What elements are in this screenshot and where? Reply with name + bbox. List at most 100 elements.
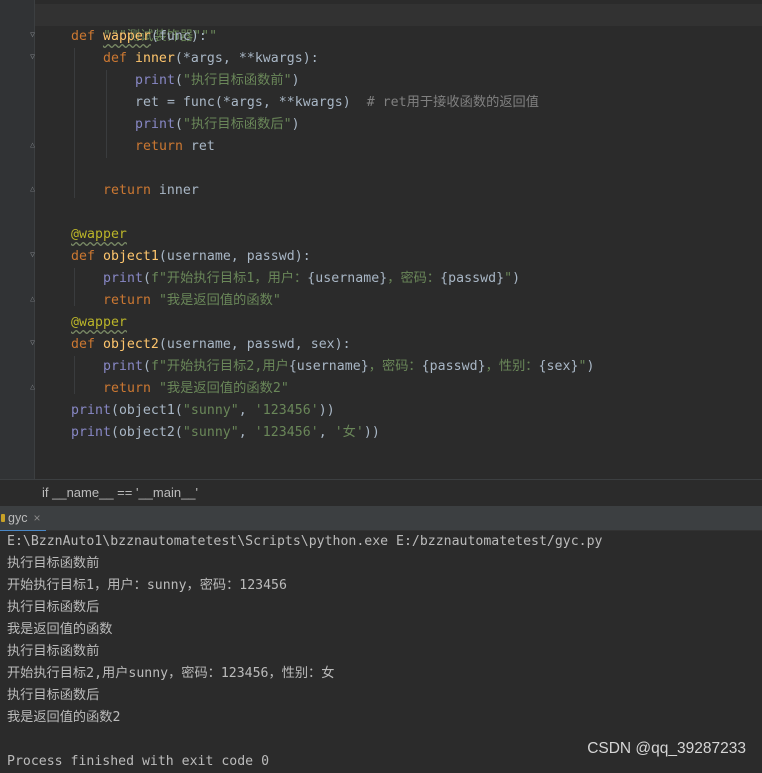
code-line-object2-return[interactable]: return "我是返回值的函数2" xyxy=(103,378,289,400)
close-icon[interactable]: × xyxy=(33,511,40,525)
console-line: 开始执行目标2,用户sunny，密码：123456，性别：女 xyxy=(7,666,335,681)
fold-end-icon[interactable]: △ xyxy=(28,382,37,391)
fstring-var: {passwd} xyxy=(421,359,486,374)
function-name-object2: object2 xyxy=(102,337,159,352)
code-line-object1-print[interactable]: print(f"开始执行目标1，用户：{username}，密码：{passwd… xyxy=(103,268,520,290)
decorator: @wapper xyxy=(71,315,127,330)
breadcrumb[interactable]: if __name__ == '__main__' xyxy=(0,479,762,507)
builtin-print: print xyxy=(103,359,143,374)
fstring-var: {username} xyxy=(307,271,388,286)
indent-guide xyxy=(74,356,75,394)
breadcrumb-text[interactable]: if __name__ == '__main__' xyxy=(42,485,198,500)
console-line: E:\BzznAuto1\bzznautomatetest\Scripts\py… xyxy=(7,534,603,549)
signature: (func): xyxy=(150,29,207,44)
code-line-def-object1[interactable]: def object1(username, passwd): xyxy=(71,246,311,268)
code-line-print-after[interactable]: print("执行目标函数后") xyxy=(135,114,300,136)
fold-icon[interactable]: ▽ xyxy=(28,52,37,61)
fstring-var: {username} xyxy=(288,359,369,374)
fold-icon[interactable]: ▽ xyxy=(28,30,37,39)
builtin-print: print xyxy=(71,403,111,418)
console-line: 开始执行目标1，用户：sunny，密码：123456 xyxy=(7,578,287,593)
builtin-print: print xyxy=(103,271,143,286)
code-line-object1-return[interactable]: return "我是返回值的函数" xyxy=(103,290,281,312)
builtin-print: print xyxy=(135,117,175,132)
keyword-def: def xyxy=(71,29,95,44)
keyword-def: def xyxy=(103,51,127,66)
string-literal: "执行目标函数后" xyxy=(182,117,292,132)
keyword-return: return xyxy=(135,139,183,154)
fold-icon[interactable]: ▽ xyxy=(28,250,37,259)
fstring-part: ，密码： xyxy=(368,359,422,374)
signature: (username, passwd, sex): xyxy=(158,337,351,352)
tab-run-gyc[interactable]: gyc × xyxy=(0,506,47,532)
console-line: 我是返回值的函数 xyxy=(7,622,113,637)
code-line-print-before[interactable]: print("执行目标函数前") xyxy=(135,70,300,92)
console-line: 执行目标函数前 xyxy=(7,556,100,571)
code-line-def-wapper[interactable]: def wapper(func): xyxy=(71,26,207,48)
fold-icon[interactable]: ▽ xyxy=(28,338,37,347)
code-line-ret-assign[interactable]: ret = func(*args, **kwargs) # ret用于接收函数的… xyxy=(135,92,539,114)
code-line-object2-print[interactable]: print(f"开始执行目标2,用户{username}，密码：{passwd}… xyxy=(103,356,595,378)
assignment: ret = func(*args, **kwargs) xyxy=(135,95,351,110)
keyword-def: def xyxy=(71,337,95,352)
code-line-def-object2[interactable]: def object2(username, passwd, sex): xyxy=(71,334,351,356)
run-tool-window-tabbar: gyc × xyxy=(0,506,762,532)
fstring-part: " xyxy=(578,359,587,374)
code-line-decorator-1[interactable]: @wapper xyxy=(71,224,127,246)
code-editor[interactable]: ▽ ▽ △ △ ▽ △ ▽ △ """测试装饰器""" def wapper(f… xyxy=(0,0,762,479)
fstring-part: " xyxy=(504,271,513,286)
console-line: 执行目标函数后 xyxy=(7,688,100,703)
code-line-call2[interactable]: print(object2("sunny", '123456', '女')) xyxy=(71,422,380,444)
console-line: 执行目标函数前 xyxy=(7,644,100,659)
call-expr: (object2( xyxy=(110,425,183,440)
code-line-return-ret[interactable]: return ret xyxy=(135,136,215,158)
fold-end-icon[interactable]: △ xyxy=(28,294,37,303)
keyword-return: return xyxy=(103,293,151,308)
keyword-def: def xyxy=(71,249,95,264)
run-console[interactable]: E:\BzznAuto1\bzznautomatetest\Scripts\py… xyxy=(0,531,762,771)
fold-end-icon[interactable]: △ xyxy=(28,184,37,193)
signature: (*args, **kwargs): xyxy=(174,51,319,66)
decorator: @wapper xyxy=(71,227,127,242)
tab-label: gyc xyxy=(8,511,28,525)
signature: (username, passwd): xyxy=(158,249,311,264)
code-line-docstring[interactable]: """测试装饰器""" xyxy=(71,4,217,44)
fstring-part: f"开始执行目标2,用户 xyxy=(150,359,289,374)
fold-end-icon[interactable]: △ xyxy=(28,140,37,149)
console-line-exit: Process finished with exit code 0 xyxy=(7,754,270,769)
string-literal: "sunny" xyxy=(182,425,239,440)
indent-guide xyxy=(106,70,107,158)
fstring-var: {sex} xyxy=(538,359,579,374)
string-literal: '123456' xyxy=(254,403,319,418)
code-line-def-inner[interactable]: def inner(*args, **kwargs): xyxy=(103,48,319,70)
code-line-call1[interactable]: print(object1("sunny", '123456')) xyxy=(71,400,335,422)
string-literal: "我是返回值的函数2" xyxy=(158,381,289,396)
fstring-part: f"开始执行目标1，用户： xyxy=(150,271,308,286)
console-line: 执行目标函数后 xyxy=(7,600,100,615)
call-expr: (object1( xyxy=(110,403,183,418)
fstring-part: ，性别： xyxy=(485,359,539,374)
string-literal: '女' xyxy=(334,425,364,440)
string-literal: "sunny" xyxy=(182,403,239,418)
watermark: CSDN @qq_39287233 xyxy=(587,740,746,757)
string-literal: "执行目标函数前" xyxy=(182,73,292,88)
return-value: ret xyxy=(182,139,215,154)
indent-guide xyxy=(74,48,75,198)
string-literal: '123456' xyxy=(254,425,319,440)
function-name-object1: object1 xyxy=(102,249,159,264)
code-line-return-inner[interactable]: return inner xyxy=(103,180,199,202)
return-value: inner xyxy=(150,183,199,198)
comment: # ret用于接收函数的返回值 xyxy=(366,95,540,110)
code-line-decorator-2[interactable]: @wapper xyxy=(71,312,127,334)
console-line: 我是返回值的函数2 xyxy=(7,710,121,725)
indent-guide xyxy=(74,268,75,306)
call-close: )) xyxy=(363,425,380,440)
function-name-inner: inner xyxy=(134,51,175,66)
call-close: )) xyxy=(318,403,335,418)
editor-gutter xyxy=(0,0,35,479)
builtin-print: print xyxy=(71,425,111,440)
keyword-return: return xyxy=(103,183,151,198)
function-name-wapper: wapper xyxy=(102,29,151,44)
fstring-part: ，密码： xyxy=(387,271,441,286)
keyword-return: return xyxy=(103,381,151,396)
